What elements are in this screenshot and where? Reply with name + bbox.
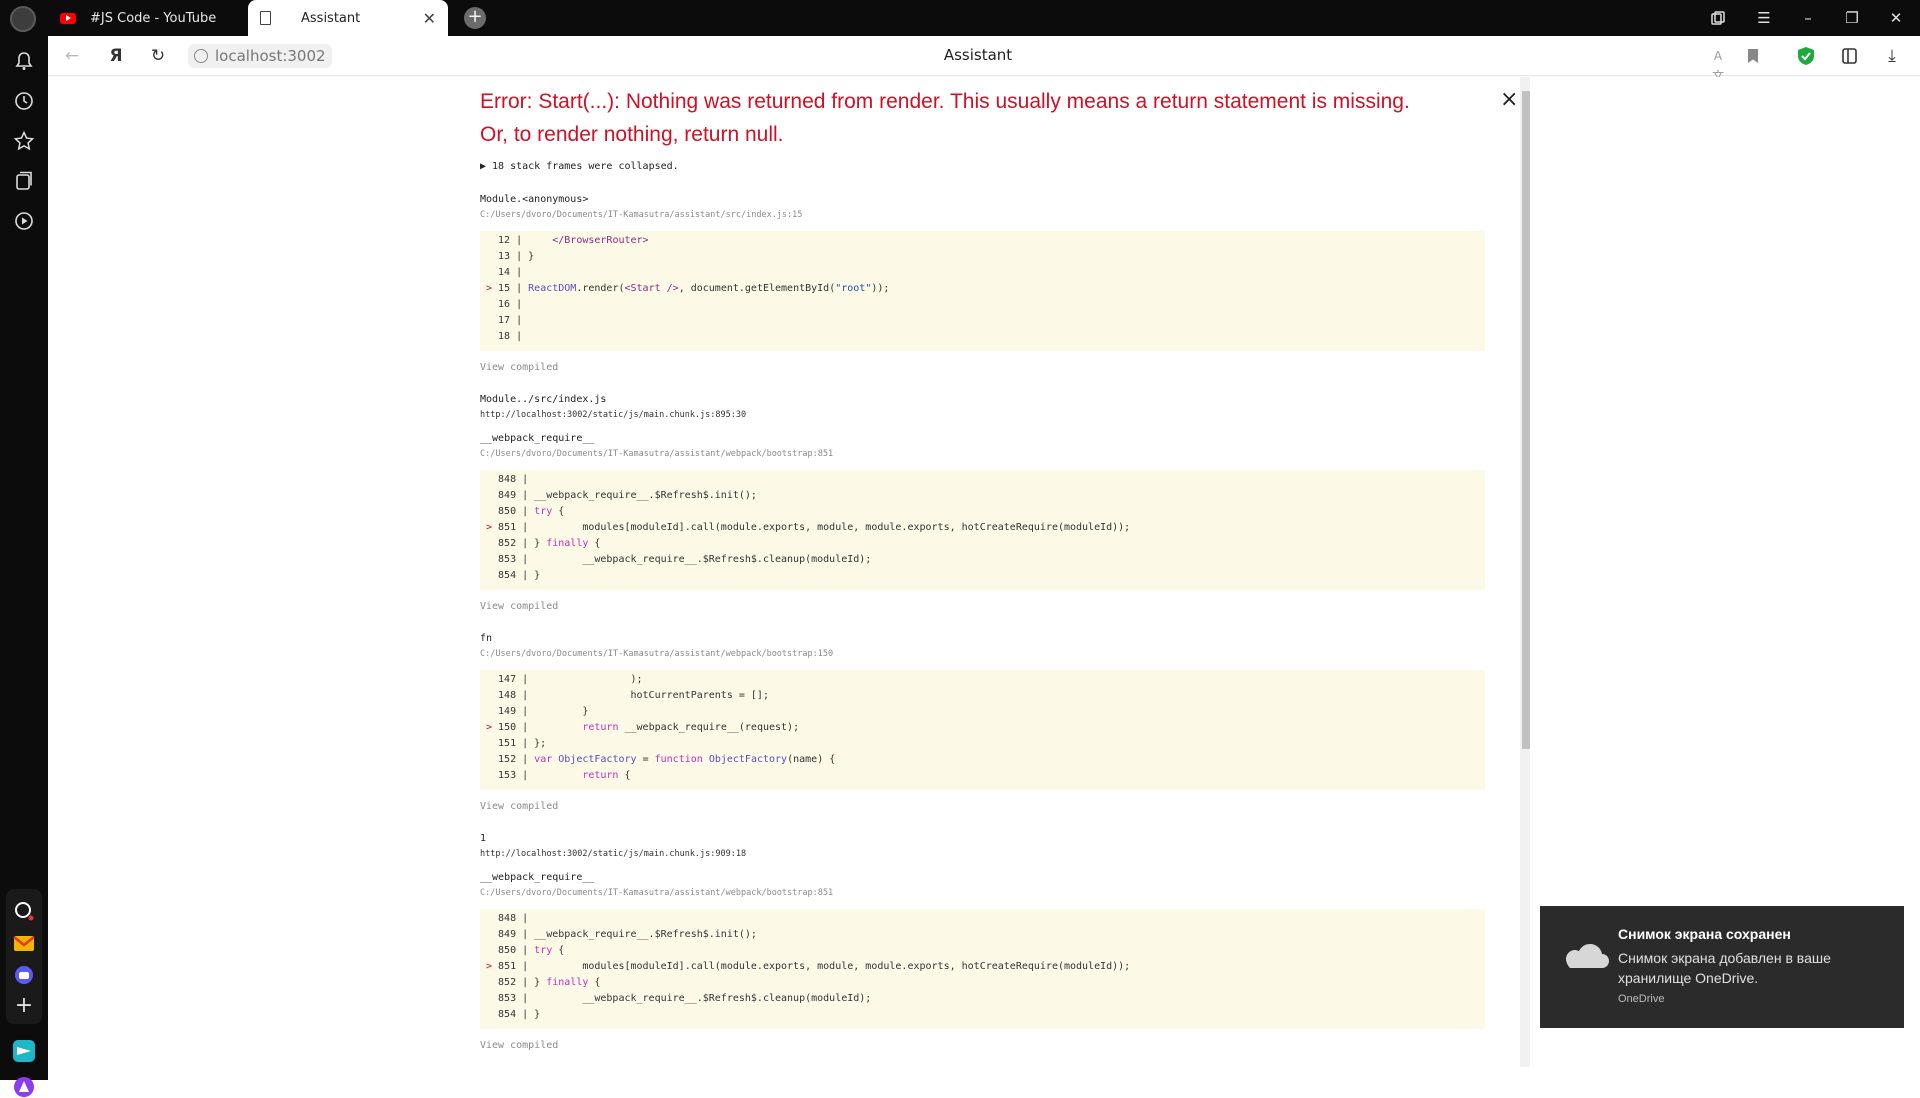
translate-icon[interactable]: A文 (1708, 46, 1728, 83)
code-line: 18 | (486, 331, 523, 342)
view-compiled-link[interactable]: View compiled (480, 1040, 558, 1051)
code-line: 148 | hotCurrentParents = []; (486, 690, 769, 701)
error-title: Error: Start(...): Nothing was returned … (480, 90, 1410, 146)
code-line: 12 | </BrowserRouter> (486, 235, 649, 246)
star-icon[interactable] (13, 130, 35, 152)
stack-frame-name: 1 (480, 833, 487, 844)
onedrive-cloud-icon (1566, 944, 1609, 968)
bell-icon[interactable] (13, 50, 35, 72)
code-line-highlighted: > 150 | return __webpack_require__(reque… (486, 722, 800, 733)
code-line: 152 | var ObjectFactory = function Objec… (486, 754, 836, 765)
code-line: 849 | __webpack_require__.$Refresh$.init… (486, 490, 757, 501)
add-app-icon[interactable]: + (13, 995, 35, 1018)
page-icon (260, 11, 271, 25)
yandex-messenger-icon[interactable] (13, 1040, 35, 1062)
stack-frame-file[interactable]: C:/Users/dvoro/Documents/IT-Kamasutra/as… (480, 888, 833, 898)
stack-frame-name: Module.<anonymous> (480, 194, 589, 205)
code-line: 151 | }; (486, 738, 547, 749)
stack-frame-name: fn (480, 633, 493, 644)
toast-body: Снимок экрана добавлен в ваше хранилище … (1618, 950, 1831, 986)
menu-icon[interactable]: ☰ (1742, 0, 1786, 36)
tabs-manager-icon[interactable] (1696, 0, 1740, 36)
search-app-icon[interactable] (13, 900, 35, 922)
code-line: 850 | try { (486, 506, 565, 517)
code-line: 852 | } finally { (486, 538, 601, 549)
protect-shield-icon[interactable] (1796, 46, 1816, 66)
tab-title: #JS Code - YouTube (90, 10, 217, 26)
toast-title: Снимок экрана сохранен (1618, 926, 1791, 942)
code-line-highlighted: > 15 | ReactDOM.render(<Start />, docume… (486, 283, 890, 294)
scrollbar-thumb[interactable] (1522, 91, 1530, 749)
scrollbar[interactable] (1520, 77, 1530, 1067)
code-line-highlighted: > 851 | modules[moduleId].call(module.ex… (486, 961, 1131, 972)
code-line: 854 | } (486, 1009, 541, 1020)
code-snippet: 848 | 849 | __webpack_require__.$Refresh… (480, 470, 1485, 590)
messenger-icon[interactable] (13, 964, 35, 986)
bookmark-icon[interactable] (1743, 46, 1763, 66)
youtube-icon (60, 12, 76, 24)
extensions-icon[interactable] (1840, 46, 1860, 66)
code-line-highlighted: > 851 | modules[moduleId].call(module.ex… (486, 522, 1131, 533)
code-snippet: 848 | 849 | __webpack_require__.$Refresh… (480, 909, 1485, 1029)
code-line: 854 | } (486, 570, 541, 581)
code-snippet: 147 | ); 148 | hotCurrentParents = []; 1… (480, 670, 1485, 790)
history-icon[interactable] (13, 90, 35, 112)
error-overlay: Error: Start(...): Nothing was returned … (480, 77, 1530, 1067)
code-line: 147 | ); (486, 674, 643, 685)
close-icon[interactable]: ✕ (423, 9, 436, 28)
mail-icon[interactable] (13, 932, 35, 954)
stack-frame-file[interactable]: C:/Users/dvoro/Documents/IT-Kamasutra/as… (480, 210, 802, 220)
code-line: 14 | (486, 267, 523, 278)
alice-icon[interactable] (13, 1076, 35, 1098)
view-compiled-link[interactable]: View compiled (480, 362, 558, 373)
page-title: Assistant (943, 46, 1013, 64)
download-icon[interactable]: ⤓ (1882, 46, 1902, 66)
stack-frame-name: __webpack_require__ (480, 872, 595, 883)
tab-title: Assistant (301, 10, 361, 26)
code-line: 848 | (486, 474, 529, 485)
code-line: 149 | } (486, 706, 589, 717)
view-compiled-link[interactable]: View compiled (480, 601, 558, 612)
address-bar: ← Я ↻ localhost:3002 Assistant A文 ⤓ (48, 36, 1920, 83)
code-line: 13 | } (486, 251, 535, 262)
tab-strip: #JS Code - YouTube Assistant ✕ + ☰ – ❐ ✕ (0, 0, 1920, 36)
collapsed-frames-toggle[interactable]: ▶ 18 stack frames were collapsed. (480, 161, 679, 172)
stack-frame-file[interactable]: http://localhost:3002/static/js/main.chu… (480, 849, 746, 859)
minimize-button[interactable]: – (1786, 0, 1830, 36)
code-snippet: 12 | </BrowserRouter> 13 | } 14 | > 15 |… (480, 231, 1485, 351)
code-line: 853 | __webpack_require__.$Refresh$.clea… (486, 993, 872, 1004)
stack-frame-name: __webpack_require__ (480, 433, 595, 444)
close-overlay-button[interactable]: × (1500, 87, 1518, 112)
profile-avatar[interactable] (10, 6, 36, 32)
code-line: 17 | (486, 315, 523, 326)
side-panel: + (0, 36, 48, 1097)
stack-frame-file[interactable]: http://localhost:3002/static/js/main.chu… (480, 410, 746, 420)
collections-icon[interactable] (13, 170, 35, 192)
tab-assistant[interactable]: Assistant ✕ (248, 0, 448, 36)
stack-frame-name: Module../src/index.js (480, 394, 607, 405)
stack-frame-file[interactable]: C:/Users/dvoro/Documents/IT-Kamasutra/as… (480, 449, 833, 459)
code-line: 852 | } finally { (486, 977, 601, 988)
tab-youtube[interactable]: #JS Code - YouTube (52, 0, 247, 36)
toast-source: OneDrive (1618, 993, 1665, 1005)
close-window-button[interactable]: ✕ (1874, 0, 1918, 36)
code-line: 848 | (486, 913, 529, 924)
code-line: 16 | (486, 299, 523, 310)
new-tab-button[interactable]: + (464, 7, 486, 29)
view-compiled-link[interactable]: View compiled (480, 801, 558, 812)
video-icon[interactable] (13, 210, 35, 232)
code-line: 850 | try { (486, 945, 565, 956)
restore-button[interactable]: ❐ (1830, 0, 1874, 36)
code-line: 153 | return { (486, 770, 631, 781)
code-line: 849 | __webpack_require__.$Refresh$.init… (486, 929, 757, 940)
notification-toast[interactable]: Снимок экрана сохранен Снимок экрана доб… (1540, 906, 1904, 1028)
stack-frame-file[interactable]: C:/Users/dvoro/Documents/IT-Kamasutra/as… (480, 649, 833, 659)
code-line: 853 | __webpack_require__.$Refresh$.clea… (486, 554, 872, 565)
